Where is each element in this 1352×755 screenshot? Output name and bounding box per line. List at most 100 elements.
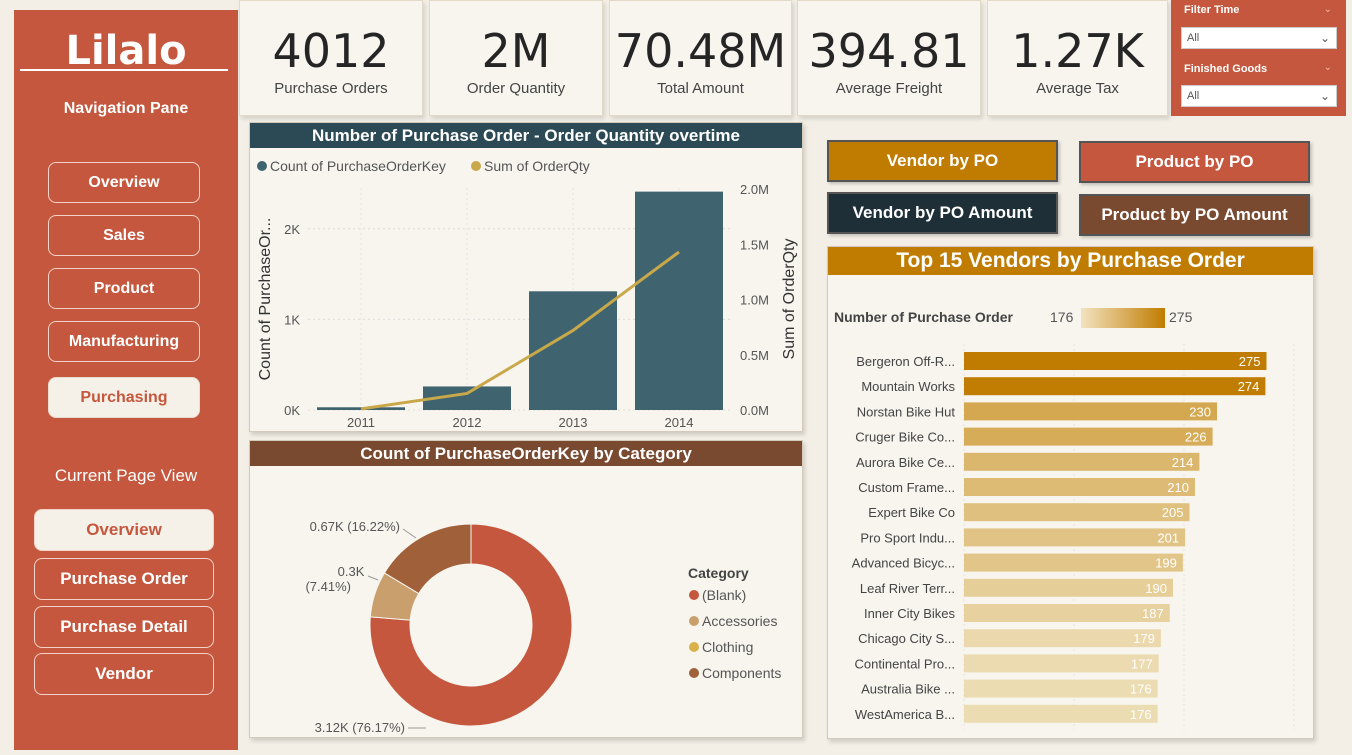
combo-chart: Count of PurchaseOrderKey Sum of OrderQty… [257, 158, 798, 451]
data-label: 3.12K (76.17%) [315, 720, 405, 735]
vendor-label: Cruger Bike Co... [855, 430, 955, 445]
x-tick-label: 2011 [347, 415, 375, 430]
data-label: 230 [1189, 404, 1211, 419]
vendor-by-po-amount-button[interactable]: Vendor by PO Amount [827, 192, 1058, 234]
vendor-label: Aurora Bike Ce... [856, 455, 955, 470]
product-by-po-amount-button[interactable]: Product by PO Amount [1079, 194, 1310, 236]
kpi-purchase-orders: 4012 Purchase Orders [239, 0, 423, 116]
bar [964, 503, 1190, 522]
page-purchase-order-button[interactable]: Purchase Order [34, 558, 214, 600]
bar [964, 528, 1186, 547]
data-label: 190 [1145, 581, 1167, 596]
color-scale-max: 275 [1169, 309, 1193, 325]
kpi-value: 394.81 [808, 24, 970, 78]
filter-time-value: All [1187, 32, 1200, 44]
legend-label: Sum of OrderQty [484, 158, 590, 174]
vendor-label: Inner City Bikes [864, 606, 956, 621]
logo-divider [20, 69, 228, 71]
bar [964, 629, 1161, 648]
kpi-label: Purchase Orders [274, 80, 388, 97]
vendor-label: Continental Pro... [855, 656, 955, 671]
data-label: 199 [1155, 556, 1177, 571]
finished-goods-value: All [1187, 90, 1200, 102]
legend-marker [689, 642, 699, 652]
data-label: (7.41%) [305, 579, 351, 594]
donut-chart-title: Count of PurchaseOrderKey by Category [250, 441, 802, 466]
bar [635, 191, 723, 410]
vendors-bar-chart: Number of Purchase Order1762750100200300… [834, 308, 1305, 755]
combo-chart-title: Number of Purchase Order - Order Quantit… [250, 123, 802, 148]
bar [964, 704, 1158, 723]
x-tick-label: 2012 [453, 415, 482, 430]
finished-goods-dropdown[interactable]: All ⌄ [1181, 85, 1337, 107]
kpi-average-freight: 394.81 Average Freight [797, 0, 981, 116]
color-scale-bar [1081, 308, 1165, 328]
bar [964, 654, 1159, 673]
kpi-value: 1.27K [1011, 24, 1144, 78]
series-line [360, 250, 680, 411]
nav-manufacturing-button[interactable]: Manufacturing [48, 321, 200, 362]
data-label: 176 [1130, 682, 1152, 697]
kpi-label: Average Tax [1036, 80, 1119, 97]
nav-sales-button[interactable]: Sales [48, 215, 200, 256]
navigation-sidebar: Lilalo Navigation Pane Overview Sales Pr… [14, 10, 238, 750]
data-label: 0.3K [338, 564, 365, 579]
page-overview-button[interactable]: Overview [34, 509, 214, 551]
current-page-view-title: Current Page View [54, 466, 198, 485]
legend-marker [689, 668, 699, 678]
leader-line [402, 528, 417, 539]
legend-label: Components [702, 665, 781, 681]
kpi-value: 70.48M [614, 24, 787, 78]
kpi-total-amount: 70.48M Total Amount [609, 0, 792, 116]
kpi-label: Order Quantity [466, 80, 566, 97]
data-label: 201 [1157, 530, 1179, 545]
y-tick-label: 0K [284, 403, 300, 418]
vendors-chart-panel: Top 15 Vendors by Purchase Order Number … [827, 246, 1314, 755]
donut-chart-panel: Count of PurchaseOrderKey by Category 3.… [249, 440, 803, 738]
data-label: 177 [1131, 656, 1153, 671]
data-label: 205 [1162, 505, 1184, 520]
kpi-average-tax: 1.27K Average Tax [987, 0, 1168, 116]
y-axis-label: Count of PurchaseOr... [257, 218, 274, 381]
color-scale-min: 176 [1050, 309, 1074, 325]
collapse-icon[interactable]: ⌄ [1324, 4, 1332, 15]
vendor-label: Chicago City S... [858, 631, 955, 646]
vendor-label: Expert Bike Co [868, 505, 955, 520]
nav-overview-button[interactable]: Overview [48, 162, 200, 203]
filter-panel: Filter Time ⌄ All ⌄ Finished Goods ⌄ All… [1171, 0, 1346, 116]
legend-marker [257, 161, 267, 171]
vendor-label: Australia Bike ... [861, 682, 955, 697]
donut-chart: 3.12K (76.17%) 0.3K(7.41%) 0.67K (16.22%) C… [305, 519, 781, 735]
data-label: 214 [1172, 455, 1194, 470]
legend-label: (Blank) [702, 587, 746, 603]
page-vendor-button[interactable]: Vendor [34, 653, 214, 695]
product-by-po-button[interactable]: Product by PO [1079, 141, 1310, 183]
app-logo: Lilalo [65, 28, 187, 74]
vendor-label: WestAmerica B... [855, 707, 955, 722]
nav-purchasing-button[interactable]: Purchasing [48, 377, 200, 418]
data-label: 210 [1167, 480, 1189, 495]
collapse-icon[interactable]: ⌄ [1324, 62, 1332, 73]
finished-goods-title: Finished Goods [1184, 63, 1268, 75]
data-label: 187 [1142, 606, 1164, 621]
data-label: 176 [1130, 707, 1152, 722]
legend-marker [689, 616, 699, 626]
y-right-tick-label: 0.0M [740, 403, 769, 418]
legend-label: Count of PurchaseOrderKey [270, 158, 446, 174]
page-purchase-detail-button[interactable]: Purchase Detail [34, 606, 214, 648]
filter-time-dropdown[interactable]: All ⌄ [1181, 27, 1337, 49]
legend-label: Accessories [702, 613, 777, 629]
y-tick-label: 2K [284, 222, 300, 237]
bar [964, 553, 1183, 572]
x-tick-label: 2013 [559, 415, 588, 430]
bar [964, 478, 1195, 496]
y-right-tick-label: 1.5M [740, 237, 769, 252]
data-label: 0.67K (16.22%) [310, 519, 400, 534]
vendor-label: Custom Frame... [858, 480, 955, 495]
nav-product-button[interactable]: Product [48, 268, 200, 309]
vendor-by-po-button[interactable]: Vendor by PO [827, 140, 1058, 182]
data-label: 275 [1239, 354, 1261, 369]
legend-label: Clothing [702, 639, 753, 655]
x-tick-label: 2014 [665, 415, 694, 430]
kpi-label: Total Amount [657, 80, 744, 97]
